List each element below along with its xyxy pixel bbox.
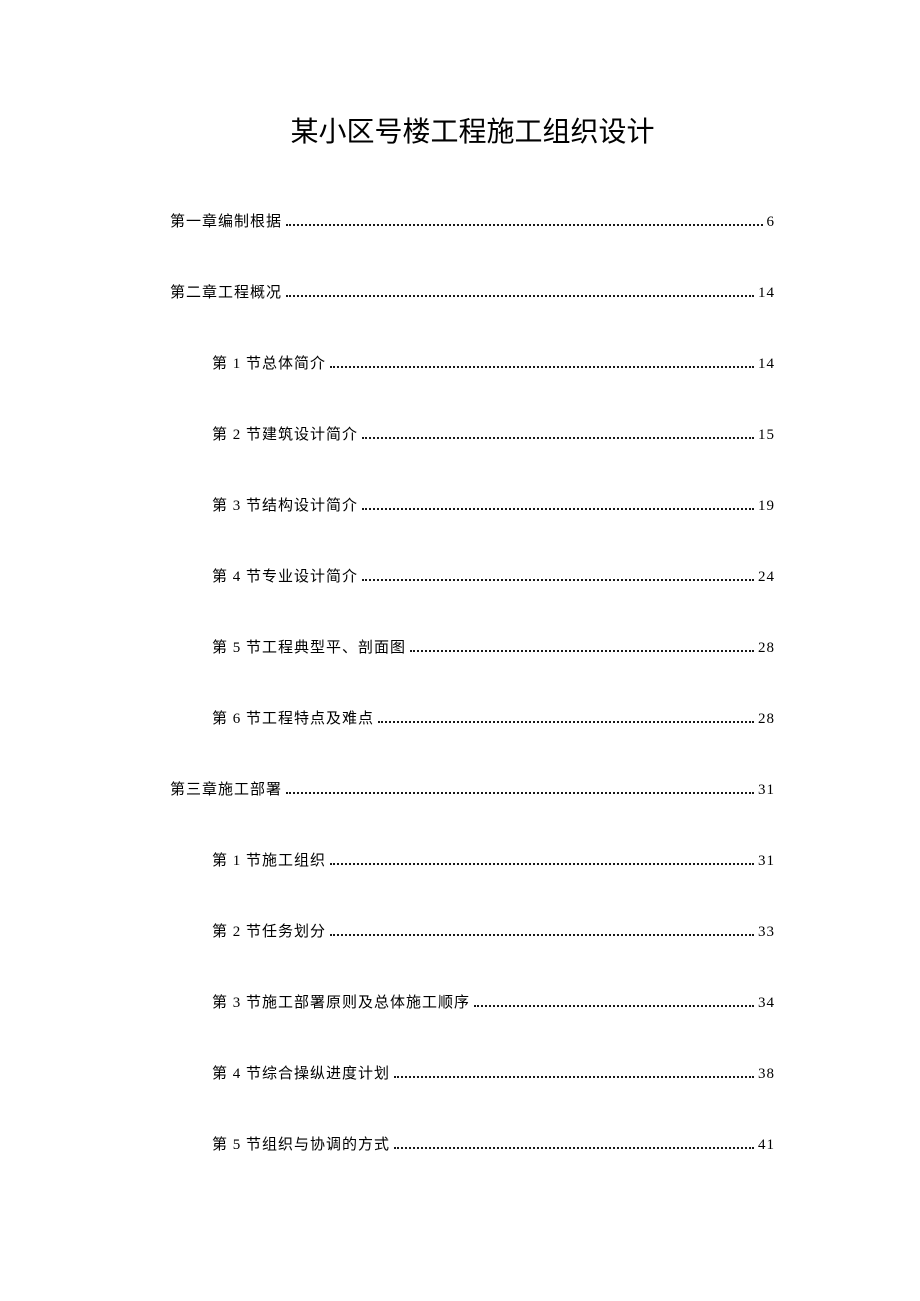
toc-page-number: 28	[758, 711, 775, 728]
toc-leader-dots	[286, 282, 754, 298]
toc-leader-dots	[330, 921, 754, 937]
toc-leader-dots	[362, 566, 754, 582]
toc-entry: 第 3 节结构设计简介 19	[170, 494, 775, 515]
toc-label: 第 2 节建筑设计简介	[212, 423, 358, 444]
toc-label: 第 5 节组织与协调的方式	[212, 1133, 390, 1154]
toc-entry: 第一章编制根据 6	[170, 210, 775, 231]
toc-leader-dots	[378, 708, 754, 724]
toc-leader-dots	[286, 779, 754, 795]
toc-entry: 第 1 节总体简介 14	[170, 352, 775, 373]
toc-label: 第 3 节施工部署原则及总体施工顺序	[212, 991, 470, 1012]
toc-leader-dots	[362, 495, 754, 511]
toc-page-number: 24	[758, 569, 775, 586]
toc-entry: 第 5 节工程典型平、剖面图 28	[170, 636, 775, 657]
toc-leader-dots	[410, 637, 754, 653]
toc-leader-dots	[394, 1134, 754, 1150]
toc-page-number: 19	[758, 498, 775, 515]
toc-leader-dots	[362, 424, 754, 440]
toc-label: 第二章工程概况	[170, 281, 282, 302]
toc-entry: 第 2 节任务划分 33	[170, 920, 775, 941]
document-page: 某小区号楼工程施工组织设计 第一章编制根据 6 第二章工程概况 14 第 1 节…	[0, 0, 920, 1301]
toc-page-number: 31	[758, 782, 775, 799]
toc-label: 第 1 节施工组织	[212, 849, 326, 870]
toc-page-number: 14	[758, 285, 775, 302]
toc-entry: 第 2 节建筑设计简介 15	[170, 423, 775, 444]
toc-leader-dots	[330, 850, 754, 866]
toc-label: 第三章施工部署	[170, 778, 282, 799]
toc-entry: 第三章施工部署 31	[170, 778, 775, 799]
toc-page-number: 28	[758, 640, 775, 657]
toc-label: 第 3 节结构设计简介	[212, 494, 358, 515]
toc-label: 第 4 节综合操纵进度计划	[212, 1062, 390, 1083]
toc-entry: 第 1 节施工组织 31	[170, 849, 775, 870]
toc-page-number: 6	[767, 214, 776, 231]
toc-leader-dots	[474, 992, 754, 1008]
page-title: 某小区号楼工程施工组织设计	[170, 110, 775, 150]
toc-page-number: 38	[758, 1066, 775, 1083]
toc-page-number: 14	[758, 356, 775, 373]
toc-page-number: 41	[758, 1137, 775, 1154]
toc-entry: 第 5 节组织与协调的方式 41	[170, 1133, 775, 1154]
toc-leader-dots	[330, 353, 754, 369]
toc-entry: 第 4 节综合操纵进度计划 38	[170, 1062, 775, 1083]
toc-page-number: 15	[758, 427, 775, 444]
toc-label: 第 1 节总体简介	[212, 352, 326, 373]
table-of-contents: 第一章编制根据 6 第二章工程概况 14 第 1 节总体简介 14 第 2 节建…	[170, 210, 775, 1154]
toc-entry: 第 4 节专业设计简介 24	[170, 565, 775, 586]
toc-leader-dots	[286, 211, 762, 227]
toc-label: 第 5 节工程典型平、剖面图	[212, 636, 406, 657]
toc-entry: 第 6 节工程特点及难点 28	[170, 707, 775, 728]
toc-label: 第 4 节专业设计简介	[212, 565, 358, 586]
toc-label: 第 2 节任务划分	[212, 920, 326, 941]
toc-entry: 第 3 节施工部署原则及总体施工顺序 34	[170, 991, 775, 1012]
toc-label: 第 6 节工程特点及难点	[212, 707, 374, 728]
toc-page-number: 31	[758, 853, 775, 870]
toc-label: 第一章编制根据	[170, 210, 282, 231]
toc-leader-dots	[394, 1063, 754, 1079]
toc-page-number: 33	[758, 924, 775, 941]
toc-entry: 第二章工程概况 14	[170, 281, 775, 302]
toc-page-number: 34	[758, 995, 775, 1012]
